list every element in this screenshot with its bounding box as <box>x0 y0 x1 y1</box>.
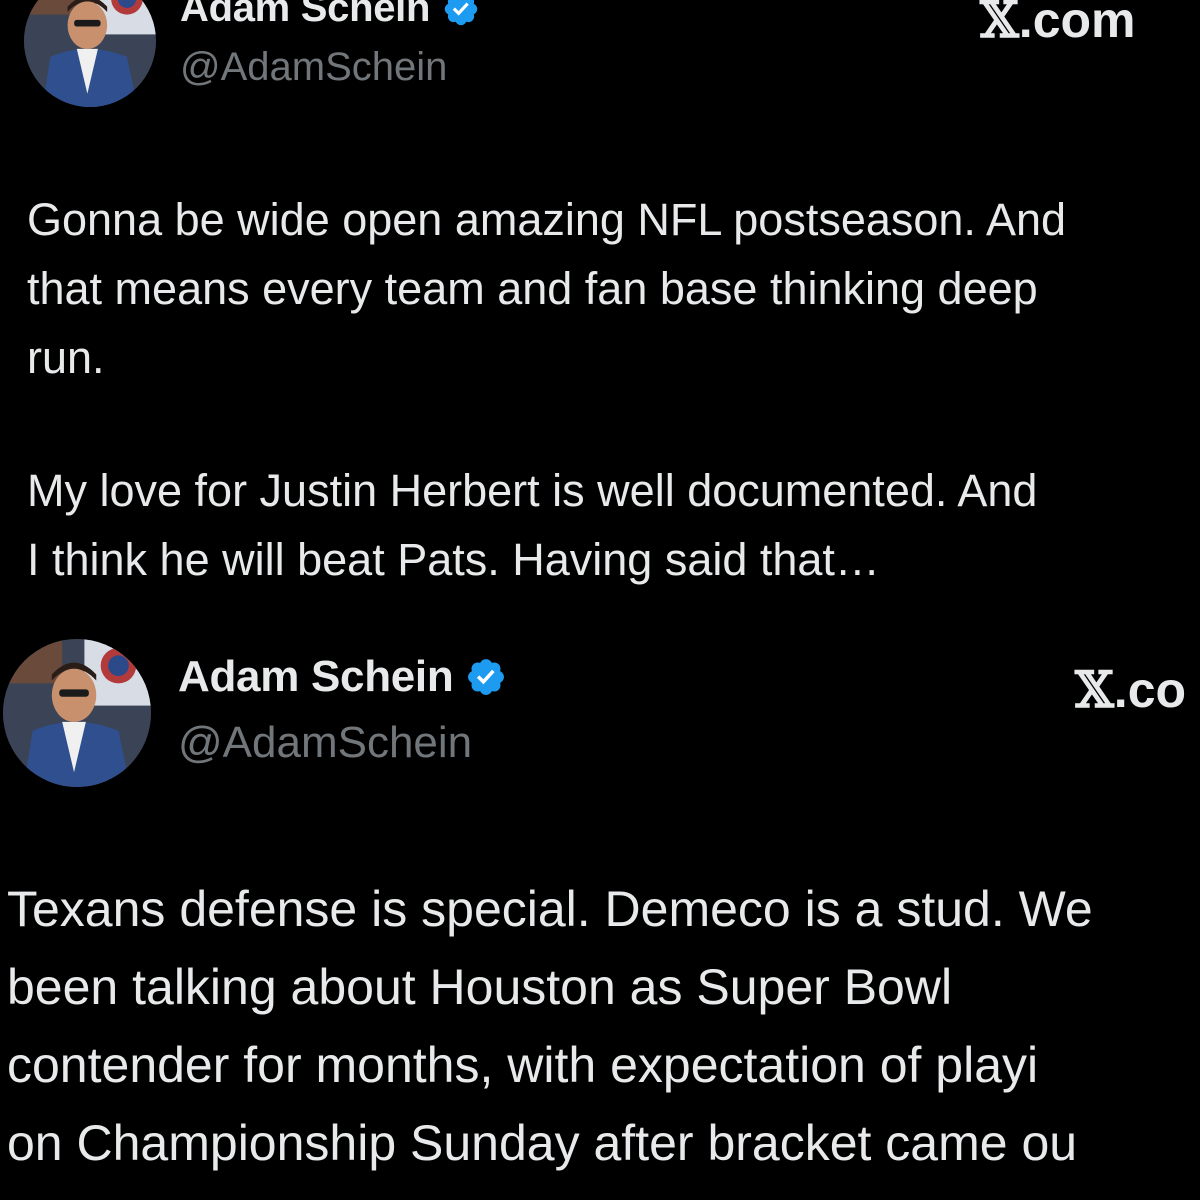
tweet-text-paragraph: Texans defense is special. Demeco is a s… <box>7 870 1093 1182</box>
source-site-label: 𝕏.co <box>1075 660 1186 719</box>
text-line: Texans defense is special. Demeco is a s… <box>7 881 1093 937</box>
author-name-row: Adam Schein <box>178 652 507 702</box>
avatar-photo <box>3 639 151 787</box>
text-line: My love for Justin Herbert is well docum… <box>27 465 1038 516</box>
tweet-card[interactable]: Adam Schein @AdamSchein 𝕏.com Gonna be w… <box>0 0 1200 615</box>
verified-badge-icon <box>465 656 507 698</box>
display-name[interactable]: Adam Schein <box>180 0 430 31</box>
tweet-card[interactable]: Adam Schein @AdamSchein 𝕏.co Texans defe… <box>0 615 1200 1200</box>
text-line: that means every team and fan base think… <box>27 263 1038 314</box>
x-logo-icon: 𝕏 <box>1075 660 1114 719</box>
author-handle[interactable]: @AdamSchein <box>180 45 447 90</box>
text-line: I think he will beat Pats. Having said t… <box>27 534 880 585</box>
x-logo-icon: 𝕏 <box>980 0 1019 49</box>
site-domain: .co <box>1113 662 1187 718</box>
avatar[interactable] <box>3 639 151 787</box>
site-domain: .com <box>1018 0 1136 48</box>
display-name[interactable]: Adam Schein <box>178 652 454 702</box>
text-line: on Championship Sunday after bracket cam… <box>7 1115 1078 1171</box>
text-line: run. <box>27 332 105 383</box>
tweet-text-paragraph: Gonna be wide open amazing NFL postseaso… <box>27 185 1066 392</box>
source-site-label: 𝕏.com <box>980 0 1136 49</box>
verified-badge-icon <box>442 0 480 28</box>
avatar-photo <box>24 0 156 107</box>
text-line: Gonna be wide open amazing NFL postseaso… <box>27 194 1067 245</box>
tweet-text-paragraph: My love for Justin Herbert is well docum… <box>27 456 1037 594</box>
author-handle[interactable]: @AdamSchein <box>178 718 472 768</box>
text-line: contender for months, with expectation o… <box>7 1037 1039 1093</box>
avatar[interactable] <box>24 0 156 107</box>
author-name-row: Adam Schein <box>180 0 480 31</box>
text-line: been talking about Houston as Super Bowl <box>7 959 953 1015</box>
